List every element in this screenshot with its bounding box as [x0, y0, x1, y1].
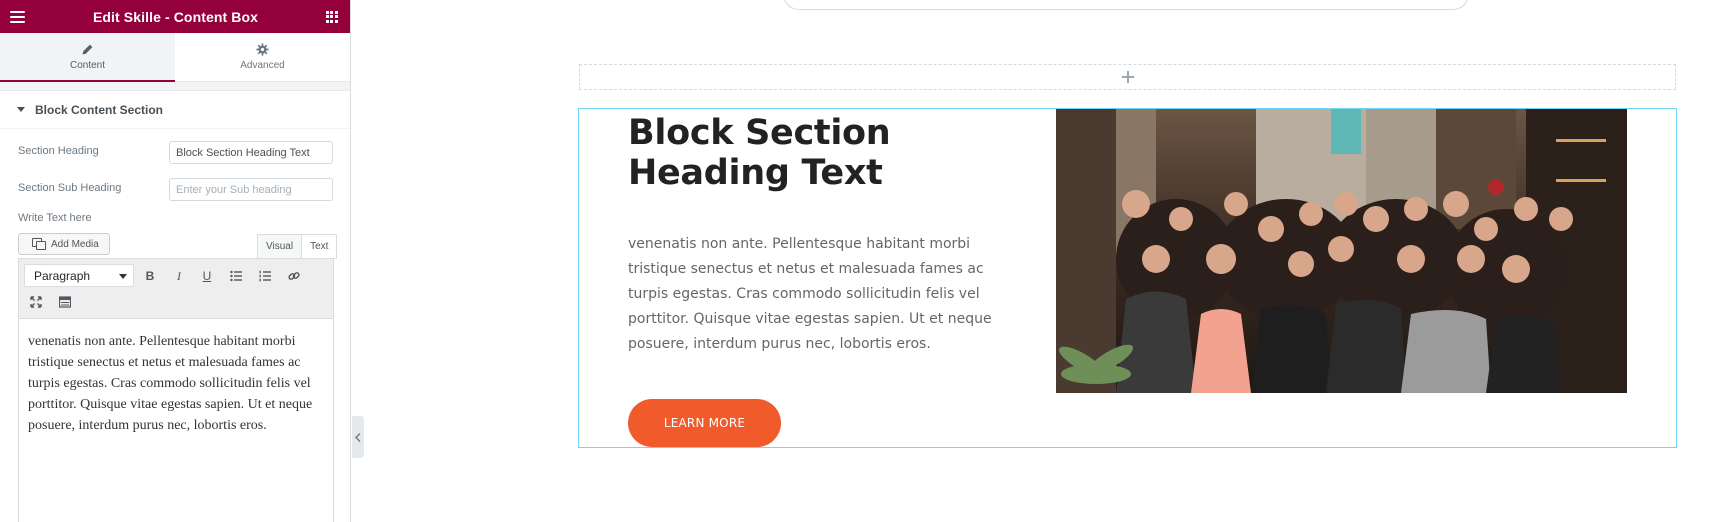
- plus-icon: [1121, 71, 1134, 83]
- section-title: Block Content Section: [35, 102, 164, 117]
- chevron-down-icon: [119, 274, 127, 279]
- widgets-grid-icon[interactable]: [325, 10, 338, 23]
- add-media-button[interactable]: Add Media: [18, 233, 110, 255]
- collapse-panel-button[interactable]: [352, 416, 364, 458]
- text-editor-body[interactable]: venenatis non ante. Pellentesque habitan…: [18, 318, 334, 522]
- block-text: venenatis non ante. Pellentesque habitan…: [628, 236, 992, 352]
- tab-advanced-label: Advanced: [240, 60, 285, 71]
- panel-header: Edit Skille - Content Box: [0, 0, 350, 33]
- add-section-area[interactable]: [579, 64, 1676, 90]
- learn-more-button[interactable]: LEARN MORE: [628, 399, 781, 447]
- write-text-label: Write Text here: [18, 212, 92, 224]
- gear-icon: [256, 43, 269, 56]
- bold-icon[interactable]: B: [138, 264, 162, 288]
- tab-visual[interactable]: Visual: [257, 234, 303, 259]
- content-box-widget[interactable]: Block Section Heading Text venenatis non…: [578, 108, 1677, 448]
- section-heading-input[interactable]: [169, 141, 333, 164]
- editor-panel: Edit Skille - Content Box Content Advanc…: [0, 0, 351, 522]
- section-sub-heading-label: Section Sub Heading: [18, 182, 122, 194]
- section-sub-heading-input[interactable]: [169, 178, 333, 201]
- link-icon[interactable]: [282, 264, 306, 288]
- header-bar-edge: [783, 0, 1469, 10]
- editor-toolbar: Paragraph B I U: [18, 258, 334, 318]
- hamburger-menu-icon[interactable]: [10, 10, 25, 23]
- bullet-list-icon[interactable]: [224, 264, 248, 288]
- tab-text[interactable]: Text: [301, 234, 338, 259]
- panel-title: Edit Skille - Content Box: [92, 8, 259, 25]
- italic-icon[interactable]: I: [167, 264, 191, 288]
- tab-content[interactable]: Content: [0, 33, 175, 82]
- tab-content-label: Content: [69, 59, 106, 71]
- block-heading: Block Section Heading Text: [628, 113, 891, 193]
- format-select-value: Paragraph: [34, 268, 91, 283]
- pencil-icon: [82, 44, 93, 54]
- toolbar-toggle-icon[interactable]: [53, 290, 77, 314]
- tab-advanced[interactable]: Advanced: [175, 33, 350, 82]
- panel-tabs: Content Advanced: [0, 33, 350, 82]
- numbered-list-icon[interactable]: [253, 264, 277, 288]
- section-divider: [0, 82, 350, 91]
- group-photo-illustration: [1056, 109, 1627, 393]
- format-select[interactable]: Paragraph: [24, 264, 134, 287]
- section-heading-label: Section Heading: [18, 145, 99, 157]
- caret-down-icon: [17, 107, 25, 112]
- media-icon: [32, 238, 46, 250]
- fullscreen-icon[interactable]: [24, 290, 48, 314]
- add-media-label: Add Media: [51, 238, 99, 250]
- chevron-left-icon: [355, 432, 361, 442]
- section-toggle[interactable]: Block Content Section: [0, 91, 350, 129]
- group-photo-image: [1056, 109, 1627, 393]
- editor-mode-tabs: Visual Text: [257, 234, 338, 259]
- underline-icon[interactable]: U: [195, 264, 219, 288]
